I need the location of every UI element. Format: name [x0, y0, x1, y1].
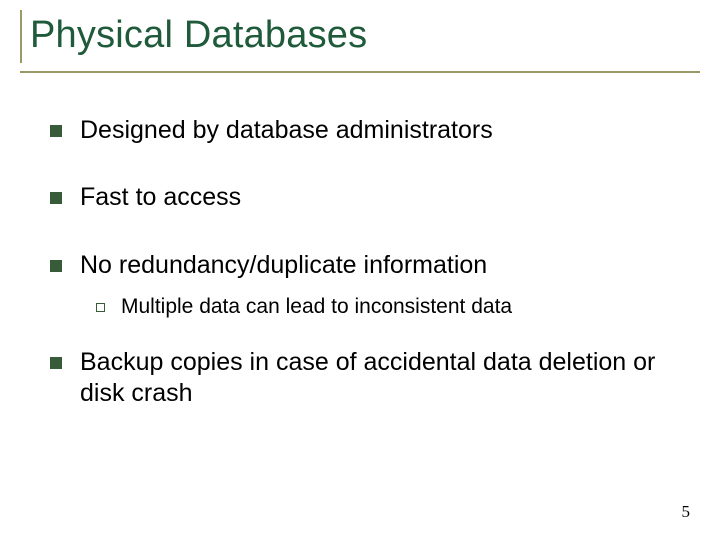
- bullet-group: No redundancy/duplicate information Mult…: [50, 250, 670, 319]
- square-bullet-icon: [50, 357, 62, 369]
- bullet-text: Fast to access: [80, 182, 241, 213]
- bullet-text: No redundancy/duplicate information: [80, 250, 487, 281]
- page-number: 5: [682, 502, 691, 522]
- title-rule-box: Physical Databases: [20, 10, 700, 63]
- bullet-item: Designed by database administrators: [50, 115, 670, 146]
- sub-bullet-item: Multiple data can lead to inconsistent d…: [96, 295, 670, 319]
- sub-bullet-text: Multiple data can lead to inconsistent d…: [121, 295, 512, 319]
- title-underline: [20, 71, 700, 73]
- hollow-square-bullet-icon: [96, 303, 105, 312]
- slide-title: Physical Databases: [28, 14, 700, 57]
- bullet-item: Fast to access: [50, 182, 670, 213]
- square-bullet-icon: [50, 192, 62, 204]
- title-block: Physical Databases: [20, 10, 700, 73]
- square-bullet-icon: [50, 260, 62, 272]
- square-bullet-icon: [50, 125, 62, 137]
- bullet-text: Backup copies in case of accidental data…: [80, 347, 670, 410]
- bullet-item: No redundancy/duplicate information: [50, 250, 670, 281]
- bullet-text: Designed by database administrators: [80, 115, 493, 146]
- content-area: Designed by database administrators Fast…: [50, 115, 670, 409]
- bullet-item: Backup copies in case of accidental data…: [50, 347, 670, 410]
- slide: Physical Databases Designed by database …: [0, 0, 720, 540]
